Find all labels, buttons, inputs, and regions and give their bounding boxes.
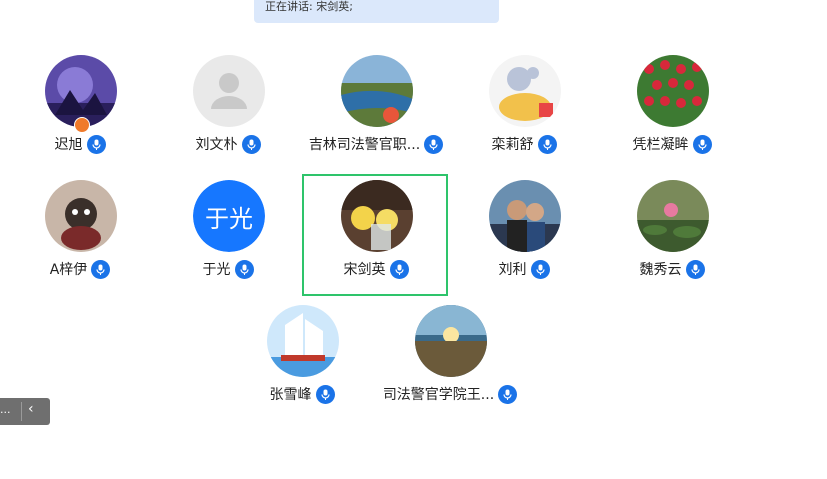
participant-tile[interactable]: 于光 于光	[158, 180, 298, 300]
mic-icon[interactable]	[537, 134, 557, 154]
avatar	[267, 305, 339, 377]
participant-tile[interactable]: 张雪峰	[232, 305, 372, 425]
side-panel-text: ...	[0, 403, 11, 416]
participant-tile[interactable]: 司法警官学院王...	[380, 305, 520, 425]
mic-icon[interactable]	[241, 134, 261, 154]
participant-name: 刘利	[498, 262, 527, 278]
avatar	[341, 180, 413, 252]
chevron-left-icon[interactable]: ‹	[28, 401, 34, 417]
avatar-placeholder	[193, 55, 265, 127]
side-panel-toggle[interactable]: ... ‹	[0, 398, 50, 425]
mic-icon[interactable]	[498, 384, 518, 404]
participant-tile[interactable]: 刘利	[454, 180, 594, 300]
participant-tile[interactable]: A梓伊	[10, 180, 150, 300]
participant-name: 魏秀云	[639, 262, 682, 278]
avatar	[489, 180, 561, 252]
participant-tile[interactable]: 栾莉舒	[454, 55, 594, 175]
mic-icon[interactable]	[91, 259, 111, 279]
avatar	[637, 180, 709, 252]
participant-name: 张雪峰	[269, 387, 312, 403]
participant-tile[interactable]: 刘文朴	[158, 55, 298, 175]
divider	[21, 402, 22, 421]
mic-icon[interactable]	[86, 134, 106, 154]
avatar	[415, 305, 487, 377]
participant-name: 迟旭	[54, 137, 83, 153]
participant-tile[interactable]: 吉林司法警官职...	[306, 55, 446, 175]
mic-icon[interactable]	[389, 259, 409, 279]
avatar-initials: 于光	[193, 180, 265, 252]
participant-name: 栾莉舒	[491, 137, 534, 153]
mic-icon[interactable]	[685, 259, 705, 279]
host-badge-icon	[74, 117, 90, 133]
participant-name: 吉林司法警官职...	[308, 137, 421, 153]
participant-name: 宋剑英	[343, 262, 386, 278]
mic-icon[interactable]	[315, 384, 335, 404]
avatar	[45, 180, 117, 252]
avatar	[637, 55, 709, 127]
participant-name: 于光	[202, 262, 231, 278]
mic-icon[interactable]	[234, 259, 254, 279]
participant-tile[interactable]: 魏秀云	[602, 180, 742, 300]
speaking-text: 正在讲话: 宋剑英;	[265, 0, 353, 13]
avatar	[341, 55, 413, 127]
mic-icon[interactable]	[692, 134, 712, 154]
participant-name: 刘文朴	[195, 137, 238, 153]
mic-icon[interactable]	[530, 259, 550, 279]
participant-tile-active[interactable]: 宋剑英	[306, 180, 446, 300]
participant-tile[interactable]: 迟旭	[10, 55, 150, 175]
participant-name: 司法警官学院王...	[382, 387, 495, 403]
participant-name: 凭栏凝眸	[632, 137, 689, 153]
participant-name: A梓伊	[49, 262, 88, 278]
participant-tile[interactable]: 凭栏凝眸	[602, 55, 742, 175]
speaking-banner: 正在讲话: 宋剑英;	[254, 0, 499, 23]
avatar	[489, 55, 561, 127]
